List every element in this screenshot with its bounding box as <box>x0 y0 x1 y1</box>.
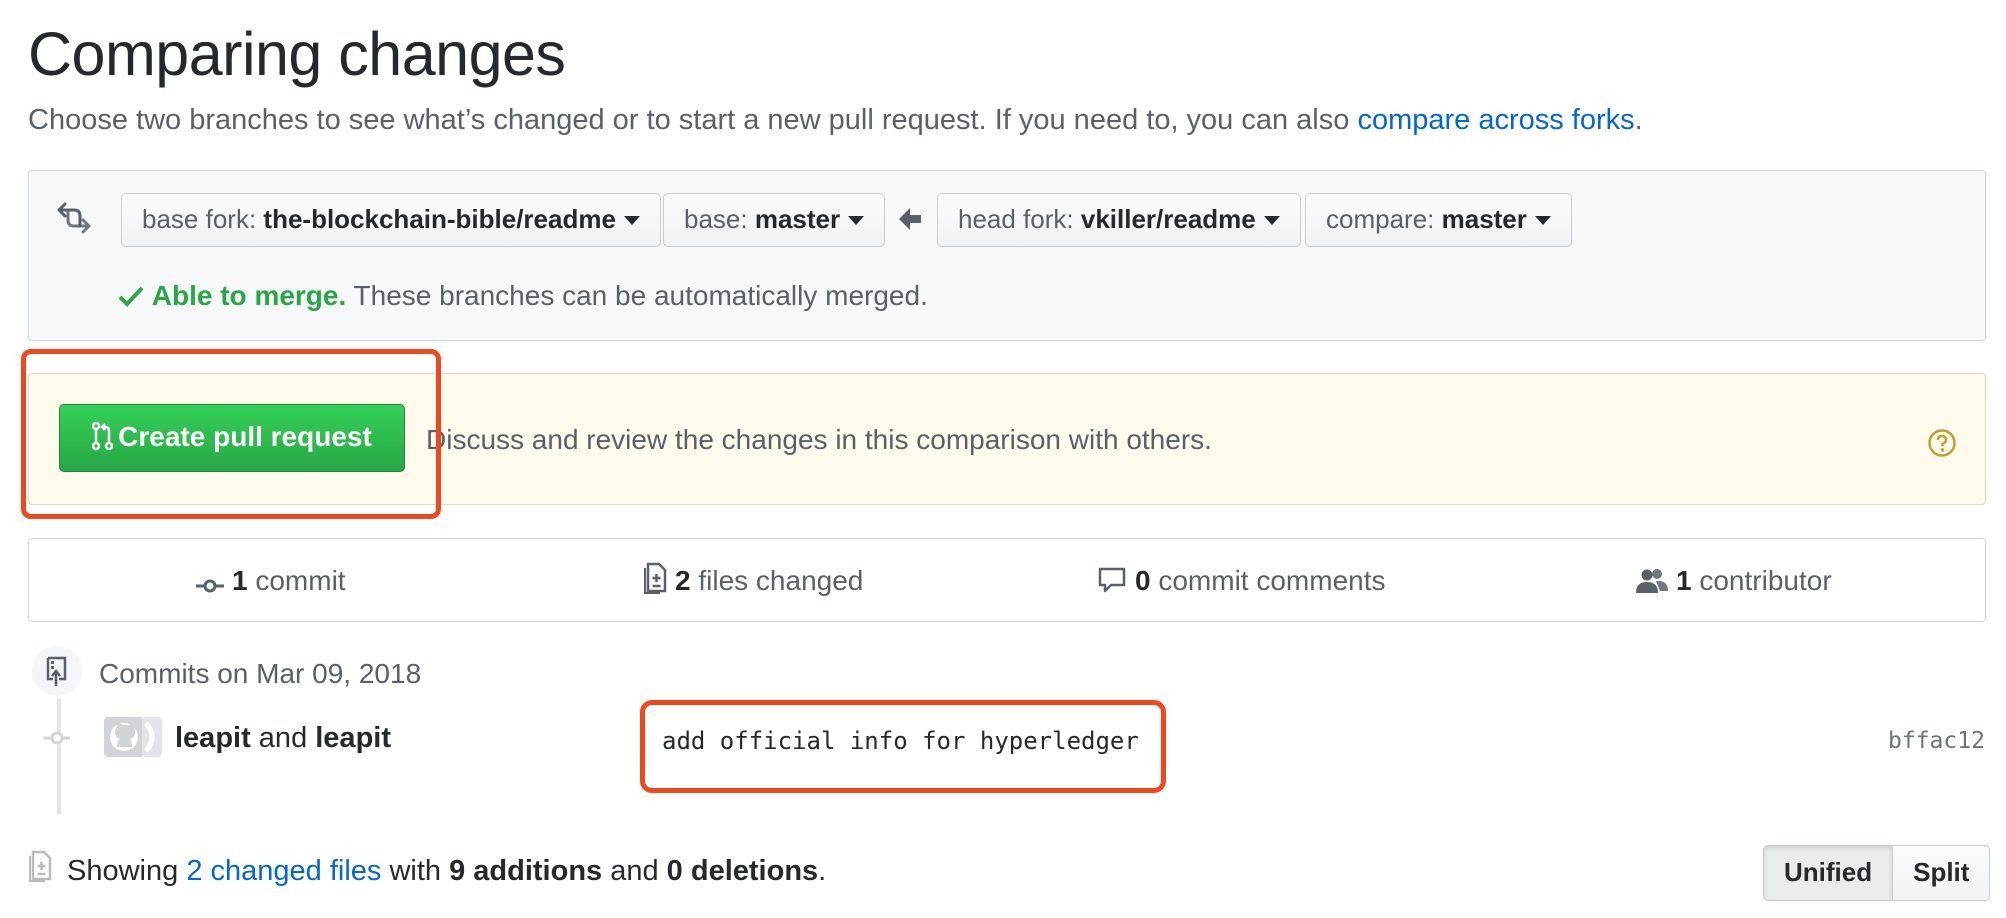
commit-sha-link[interactable]: bffac12 <box>1888 724 1985 758</box>
comment-icon <box>1098 567 1126 593</box>
base-fork-label: base fork: <box>142 204 264 234</box>
highlight-commit-message <box>640 700 1166 793</box>
caret-down-icon <box>848 216 865 225</box>
page-subtitle: Choose two branches to see what’s change… <box>28 100 1643 140</box>
split-view-button[interactable]: Split <box>1893 845 1991 901</box>
base-value: master <box>754 204 841 234</box>
summary-end: . <box>818 855 827 887</box>
commit-group-badge <box>29 643 85 699</box>
contributors-label: contributor <box>1691 565 1832 596</box>
merge-status-text: These branches can be automatically merg… <box>346 280 928 311</box>
head-fork-value: vkiller/readme <box>1080 204 1256 234</box>
commit-author-link[interactable]: leapit <box>175 722 251 754</box>
files-label: files changed <box>690 565 864 596</box>
file-diff-icon <box>29 850 52 882</box>
git-commit-icon <box>44 731 70 745</box>
commits-count: 1 <box>232 565 248 596</box>
subtitle-end: . <box>1634 104 1643 136</box>
page-title: Comparing changes <box>28 20 566 88</box>
with-text: with <box>381 855 450 887</box>
commits-label: commit <box>247 565 346 596</box>
commits-tab[interactable]: 1 commit <box>196 562 346 600</box>
commits-date-heading: Commits on Mar 09, 2018 <box>99 658 422 689</box>
commit-authors: leapit and leapit <box>175 719 391 757</box>
contributors-count: 1 <box>1676 565 1692 596</box>
git-commit-icon <box>196 579 224 593</box>
caret-down-icon <box>1263 216 1280 225</box>
diff-summary: Showing 2 changed files with 9 additions… <box>67 851 826 891</box>
commit-timeline <box>57 690 61 814</box>
comments-count: 0 <box>1135 565 1151 596</box>
contributors-tab[interactable]: 1 contributor <box>1636 562 1832 600</box>
highlight-create-pr <box>21 349 441 519</box>
merge-status-label: Able to merge. <box>151 280 347 311</box>
check-icon <box>118 286 144 307</box>
avatar-icon[interactable] <box>104 717 162 757</box>
files-changed-tab[interactable]: 2 files changed <box>643 562 863 600</box>
base-fork-value: the-blockchain-bible/readme <box>263 204 616 234</box>
repo-push-icon <box>46 656 67 686</box>
showing-text: Showing <box>67 855 187 887</box>
commit-comments-tab[interactable]: 0 commit comments <box>1097 562 1386 600</box>
and-text: and <box>602 855 667 887</box>
question-icon[interactable] <box>1927 428 1957 458</box>
compare-across-forks-link[interactable]: compare across forks <box>1357 104 1634 136</box>
files-count: 2 <box>675 565 691 596</box>
git-compare-icon <box>57 202 91 234</box>
commit-committer-link[interactable]: leapit <box>315 722 391 754</box>
additions-count: 9 additions <box>449 855 603 887</box>
comments-label: commit comments <box>1150 565 1386 596</box>
compare-label: compare: <box>1326 204 1442 234</box>
subtitle-text: Choose two branches to see what’s change… <box>28 104 1358 136</box>
changed-files-link[interactable]: 2 changed files <box>186 855 381 887</box>
deletions-count: 0 deletions <box>666 855 819 887</box>
authors-joiner: and <box>250 722 316 754</box>
head-fork-label: head fork: <box>958 204 1081 234</box>
base-label: base: <box>684 204 755 234</box>
base-branch-select[interactable]: base: master <box>663 193 886 247</box>
unified-view-button[interactable]: Unified <box>1763 845 1894 901</box>
compare-value: master <box>1441 204 1527 234</box>
create-pr-description: Discuss and review the changes in this c… <box>426 424 1212 455</box>
people-icon <box>1636 569 1668 593</box>
file-diff-icon <box>644 562 667 594</box>
compare-branch-select[interactable]: compare: master <box>1305 193 1572 247</box>
diff-view-toggle: Unified Split <box>1763 845 1991 901</box>
merge-status: Able to merge. These branches can be aut… <box>118 276 928 316</box>
arrow-left-icon <box>899 208 921 230</box>
caret-down-icon <box>1534 216 1551 225</box>
caret-down-icon <box>623 216 640 225</box>
base-fork-select[interactable]: base fork: the-blockchain-bible/readme <box>121 193 661 247</box>
head-fork-select[interactable]: head fork: vkiller/readme <box>937 193 1301 247</box>
